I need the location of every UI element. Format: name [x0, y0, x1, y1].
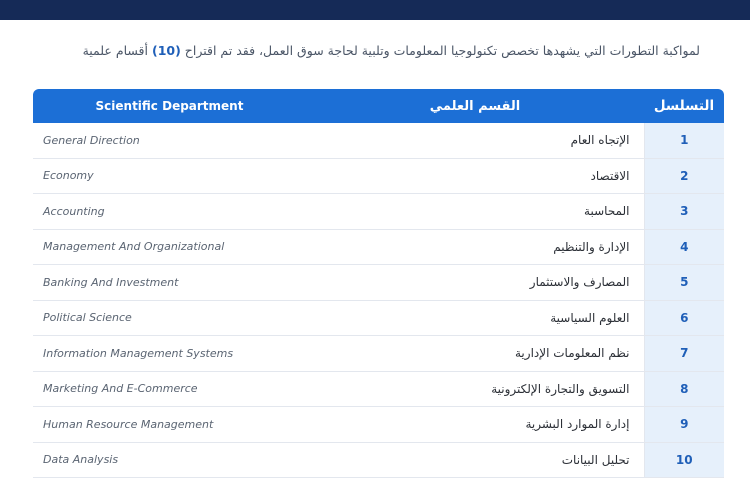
- table-row: Data Analysis تحليل البيانات 10: [33, 442, 724, 478]
- header-english-department: Scientific Department: [33, 89, 306, 123]
- row-english-name: Marketing And E-Commerce: [33, 371, 306, 407]
- row-arabic-name: تحليل البيانات: [306, 442, 645, 478]
- table-row: Banking And Investment المصارف والاستثما…: [33, 264, 724, 301]
- intro-paragraph: لمواكبة التطورات التي يشهدها تخصص تكنولو…: [30, 43, 700, 58]
- row-arabic-name: العلوم السياسية: [306, 300, 645, 336]
- intro-count: (10): [151, 43, 181, 58]
- row-arabic-name: التسويق والتجارة الإلكترونية: [306, 371, 645, 407]
- row-english-name: Political Science: [33, 300, 306, 336]
- table-row: Human Resource Management إدارة الموارد …: [33, 406, 724, 443]
- row-english-name: Human Resource Management: [33, 406, 306, 443]
- row-sequence-number: 9: [644, 406, 724, 443]
- row-arabic-name: المحاسبة: [306, 193, 645, 230]
- row-arabic-name: إدارة الموارد البشرية: [306, 406, 645, 443]
- departments-table: Scientific Department القسم العلمي التسل…: [33, 89, 724, 478]
- row-arabic-name: نظم المعلومات الإدارية: [306, 335, 645, 372]
- row-english-name: Data Analysis: [33, 442, 306, 478]
- row-sequence-number: 4: [644, 229, 724, 265]
- row-sequence-number: 1: [644, 123, 724, 159]
- intro-text-after: أقسام علمية: [82, 43, 152, 58]
- row-english-name: Banking And Investment: [33, 264, 306, 301]
- row-sequence-number: 6: [644, 300, 724, 336]
- table-row: Accounting المحاسبة 3: [33, 193, 724, 230]
- header-sequence: التسلسل: [644, 89, 724, 123]
- row-sequence-number: 7: [644, 335, 724, 372]
- row-sequence-number: 3: [644, 193, 724, 230]
- row-english-name: Information Management Systems: [33, 335, 306, 372]
- row-english-name: Economy: [33, 158, 306, 194]
- row-arabic-name: الإدارة والتنظيم: [306, 229, 645, 265]
- departments-table-container: Scientific Department القسم العلمي التسل…: [33, 89, 724, 478]
- header-arabic-department: القسم العلمي: [306, 89, 644, 123]
- row-sequence-number: 2: [644, 158, 724, 194]
- row-english-name: General Direction: [33, 123, 306, 159]
- table-row: Information Management Systems نظم المعل…: [33, 335, 724, 372]
- intro-text-before: لمواكبة التطورات التي يشهدها تخصص تكنولو…: [180, 43, 700, 58]
- row-sequence-number: 5: [644, 264, 724, 301]
- row-sequence-number: 8: [644, 371, 724, 407]
- table-row: General Direction الإتجاه العام 1: [33, 123, 724, 159]
- row-arabic-name: المصارف والاستثمار: [306, 264, 645, 301]
- top-header-bar: [0, 0, 750, 20]
- row-english-name: Management And Organizational: [33, 229, 306, 265]
- table-row: Management And Organizational الإدارة وا…: [33, 229, 724, 265]
- table-header-row: Scientific Department القسم العلمي التسل…: [33, 89, 724, 123]
- row-sequence-number: 10: [644, 442, 724, 478]
- table-row: Marketing And E-Commerce التسويق والتجار…: [33, 371, 724, 407]
- row-arabic-name: الاقتصاد: [306, 158, 645, 194]
- row-english-name: Accounting: [33, 193, 306, 230]
- table-row: Economy الاقتصاد 2: [33, 158, 724, 194]
- table-row: Political Science العلوم السياسية 6: [33, 300, 724, 336]
- row-arabic-name: الإتجاه العام: [306, 123, 645, 159]
